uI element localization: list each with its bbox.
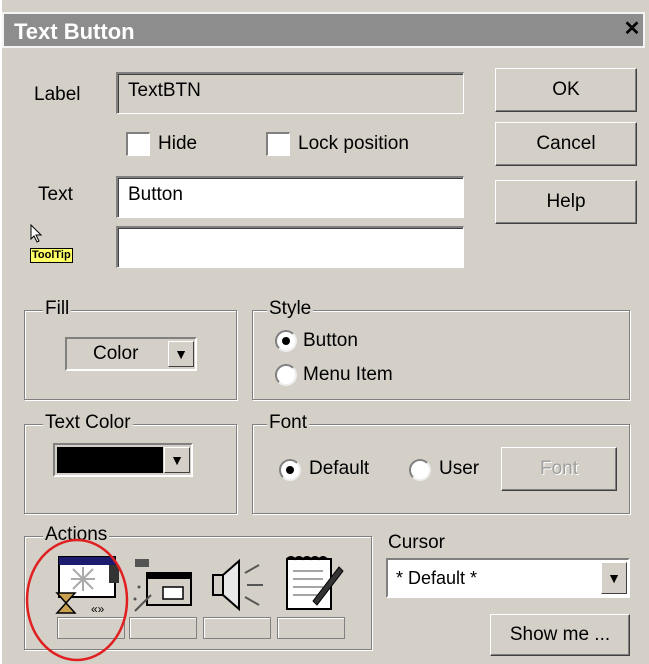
cursor-selected: * Default * — [396, 568, 478, 588]
font-default-radio[interactable] — [279, 459, 301, 481]
tooltip-field[interactable] — [116, 226, 464, 268]
text-button-dialog: Text Button ✕ Label TextBTN Hide Lock po… — [2, 0, 649, 664]
ok-button[interactable]: OK — [495, 68, 637, 112]
font-user-label: User — [439, 458, 480, 479]
hide-checkbox[interactable] — [126, 132, 150, 156]
text-color-group-title: Text Color — [43, 412, 133, 434]
text-value: Button — [128, 184, 183, 205]
title-bar: Text Button ✕ — [2, 12, 645, 48]
style-group: Style Button Menu Item — [252, 298, 630, 400]
font-default-label: Default — [309, 458, 370, 479]
text-color-dropdown-arrow-icon[interactable]: ▼ — [164, 447, 190, 473]
ok-label: OK — [552, 79, 580, 100]
font-button[interactable]: Font — [501, 447, 617, 491]
font-button-label: Font — [539, 458, 579, 479]
font-group-title: Font — [267, 412, 310, 434]
cursor-dropdown-arrow-icon[interactable]: ▼ — [601, 562, 627, 594]
font-user-radio[interactable] — [409, 459, 431, 481]
cancel-button[interactable]: Cancel — [495, 122, 637, 166]
show-me-button[interactable]: Show me ... — [490, 614, 630, 656]
tooltip-badge: ToolTip — [30, 248, 73, 263]
text-color-group: Text Color ▼ — [24, 412, 237, 514]
cursor-label: Cursor — [388, 532, 446, 553]
show-me-label: Show me ... — [509, 624, 611, 645]
label-value: TextBTN — [128, 80, 201, 101]
window-title: Text Button — [14, 19, 135, 44]
style-button-label: Button — [303, 330, 358, 351]
action-slot-4[interactable] — [277, 617, 345, 639]
text-field[interactable]: Button — [116, 176, 464, 218]
window-action-icon[interactable] — [129, 551, 195, 617]
text-caption: Text — [38, 184, 73, 205]
fill-group: Fill Color ▼ — [24, 298, 237, 400]
style-menu-item-radio[interactable] — [275, 364, 297, 386]
speaker-icon[interactable] — [201, 551, 267, 617]
text-color-swatch — [57, 447, 163, 473]
cancel-label: Cancel — [536, 133, 596, 154]
help-button[interactable]: Help — [495, 180, 637, 224]
lock-position-checkbox[interactable] — [266, 132, 290, 156]
fill-dropdown[interactable]: Color ▼ — [65, 337, 197, 371]
style-button-radio[interactable] — [275, 330, 297, 352]
cursor-dropdown[interactable]: * Default * ▼ — [386, 558, 630, 598]
help-label: Help — [546, 191, 586, 212]
label-field[interactable]: TextBTN — [116, 72, 464, 114]
hide-label: Hide — [158, 133, 198, 154]
action-slot-2[interactable] — [129, 617, 197, 639]
fill-dropdown-arrow-icon[interactable]: ▼ — [168, 341, 194, 367]
highlight-circle-annotation — [25, 538, 129, 662]
action-slot-3[interactable] — [203, 617, 271, 639]
notepad-pen-icon[interactable] — [277, 551, 347, 617]
style-group-title: Style — [267, 298, 314, 320]
style-menu-item-label: Menu Item — [303, 364, 393, 385]
fill-selected: Color — [93, 343, 139, 364]
cursor-pointer-icon — [30, 224, 43, 243]
fill-group-title: Fill — [43, 298, 72, 320]
text-color-dropdown[interactable]: ▼ — [53, 443, 193, 477]
lock-position-label: Lock position — [298, 133, 409, 154]
font-group: Font Default User Font — [252, 412, 630, 514]
label-caption: Label — [34, 84, 81, 105]
close-button[interactable]: ✕ — [621, 15, 643, 43]
